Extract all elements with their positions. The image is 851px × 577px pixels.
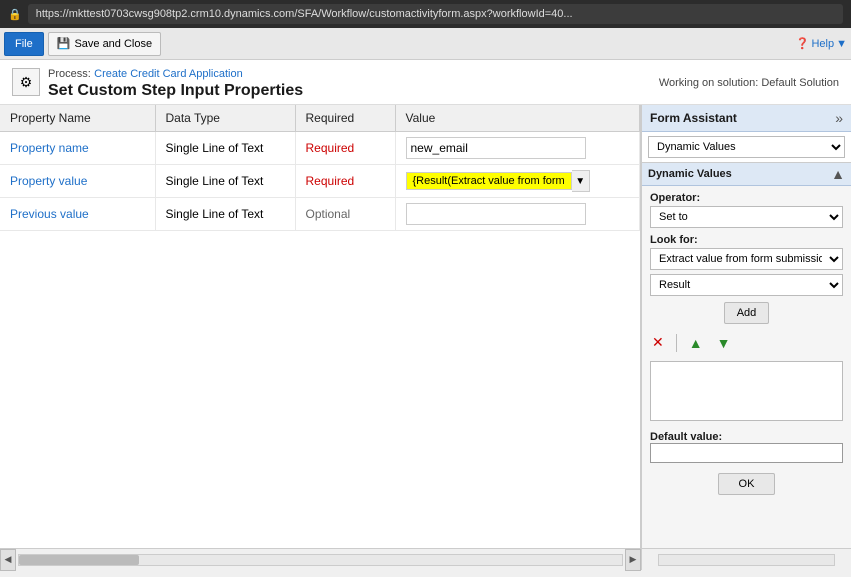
operator-label: Operator: — [650, 192, 843, 204]
page-header: ⚙ Process: Create Credit Card Applicatio… — [0, 60, 851, 105]
help-button[interactable]: ❓ Help ▼ — [796, 37, 847, 50]
toolbar: File 💾 Save and Close ❓ Help ▼ — [0, 28, 851, 60]
col-property-name: Property Name — [0, 105, 155, 132]
page-title: Set Custom Step Input Properties — [48, 82, 303, 100]
scroll-left-button[interactable]: ◀ — [0, 549, 16, 571]
ok-button[interactable]: OK — [718, 473, 776, 495]
table-row: Property name Single Line of Text Requir… — [0, 132, 640, 165]
operator-dropdown[interactable]: Set to — [650, 206, 843, 228]
row2-value-cell: {Result(Extract value from form ▼ — [395, 165, 640, 198]
look-for-section: Look for: Extract value from form submis… — [650, 234, 843, 296]
main-content: Property Name Data Type Required Value P… — [0, 105, 851, 548]
help-label: Help — [811, 38, 834, 50]
url-text: https://mkttest0703cwsg908tp2.crm10.dyna… — [36, 8, 573, 20]
add-button[interactable]: Add — [724, 302, 770, 324]
table-row: Previous value Single Line of Text Optio… — [0, 198, 640, 231]
collapse-icon[interactable]: ▲ — [831, 166, 845, 182]
row1-value-input[interactable] — [406, 137, 586, 159]
default-value-section: Default value: — [650, 427, 843, 463]
page-header-left: ⚙ Process: Create Credit Card Applicatio… — [12, 66, 303, 100]
row3-property-name: Previous value — [0, 198, 155, 231]
row3-required: Optional — [295, 198, 395, 231]
expand-icon[interactable]: » — [835, 110, 843, 126]
icon-divider — [676, 334, 677, 352]
fa-text-area[interactable] — [650, 361, 843, 421]
default-value-input[interactable] — [650, 443, 843, 463]
save-icon: 💾 — [57, 37, 71, 50]
save-close-button[interactable]: 💾 Save and Close — [48, 32, 161, 56]
look-for-dropdown[interactable]: Extract value from form submission — [650, 248, 843, 270]
save-close-label: Save and Close — [74, 38, 152, 50]
result-dropdown[interactable]: Result — [650, 274, 843, 296]
move-up-button[interactable]: ▲ — [687, 333, 705, 353]
bottom-scrollbar-container: ◀ ▶ — [0, 548, 851, 570]
scroll-right-button[interactable]: ▶ — [625, 549, 641, 571]
main-scrollbar: ◀ ▶ — [0, 548, 641, 570]
row1-data-type: Single Line of Text — [155, 132, 295, 165]
browser-bar: 🔒 https://mkttest0703cwsg908tp2.crm10.dy… — [0, 0, 851, 28]
row3-value-input[interactable] — [406, 203, 586, 225]
col-data-type: Data Type — [155, 105, 295, 132]
table-area: Property Name Data Type Required Value P… — [0, 105, 641, 548]
delete-button[interactable]: ✕ — [650, 332, 666, 353]
file-button[interactable]: File — [4, 32, 44, 56]
col-value: Value — [395, 105, 640, 132]
help-icon: ❓ — [796, 37, 810, 50]
process-link[interactable]: Create Credit Card Application — [94, 68, 243, 80]
look-for-label: Look for: — [650, 234, 843, 246]
fa-icons-row: ✕ ▲ ▼ — [650, 330, 843, 355]
fa-top-dropdown[interactable]: Dynamic Values Static Values — [648, 136, 845, 158]
process-prefix: Process: — [48, 68, 91, 80]
scroll-thumb — [19, 555, 139, 565]
scroll-track[interactable] — [18, 554, 623, 566]
solution-text: Working on solution: Default Solution — [659, 77, 839, 89]
move-down-button[interactable]: ▼ — [715, 333, 733, 353]
page-icon: ⚙ — [12, 68, 40, 96]
lock-icon: 🔒 — [8, 8, 22, 21]
fa-scrollbar — [641, 548, 851, 570]
fa-top-dropdown-row: Dynamic Values Static Values — [642, 132, 851, 163]
row2-property-name: Property value — [0, 165, 155, 198]
row3-data-type: Single Line of Text — [155, 198, 295, 231]
row1-value-cell — [395, 132, 640, 165]
operator-section: Operator: Set to — [650, 192, 843, 228]
form-assistant-header: Form Assistant » — [642, 105, 851, 132]
fa-scroll-track[interactable] — [658, 554, 835, 566]
row2-required: Required — [295, 165, 395, 198]
dynamic-values-label: Dynamic Values — [648, 168, 732, 180]
row1-property-name: Property name — [0, 132, 155, 165]
properties-table: Property Name Data Type Required Value P… — [0, 105, 640, 231]
fa-body: Operator: Set to Look for: Extract value… — [642, 186, 851, 548]
col-required: Required — [295, 105, 395, 132]
form-assistant-panel: Form Assistant » Dynamic Values Static V… — [641, 105, 851, 548]
dynamic-values-section-header: Dynamic Values ▲ — [642, 163, 851, 186]
row1-required: Required — [295, 132, 395, 165]
row3-value-cell — [395, 198, 640, 231]
table-row: Property value Single Line of Text Requi… — [0, 165, 640, 198]
help-dropdown-icon: ▼ — [836, 38, 847, 50]
dynamic-pill[interactable]: {Result(Extract value from form — [406, 172, 572, 190]
dynamic-edit-button[interactable]: ▼ — [572, 170, 590, 192]
form-assistant-title: Form Assistant — [650, 111, 737, 125]
url-bar[interactable]: https://mkttest0703cwsg908tp2.crm10.dyna… — [28, 4, 843, 24]
dynamic-value-container: {Result(Extract value from form ▼ — [406, 170, 630, 192]
row2-data-type: Single Line of Text — [155, 165, 295, 198]
default-value-label: Default value: — [650, 431, 843, 443]
